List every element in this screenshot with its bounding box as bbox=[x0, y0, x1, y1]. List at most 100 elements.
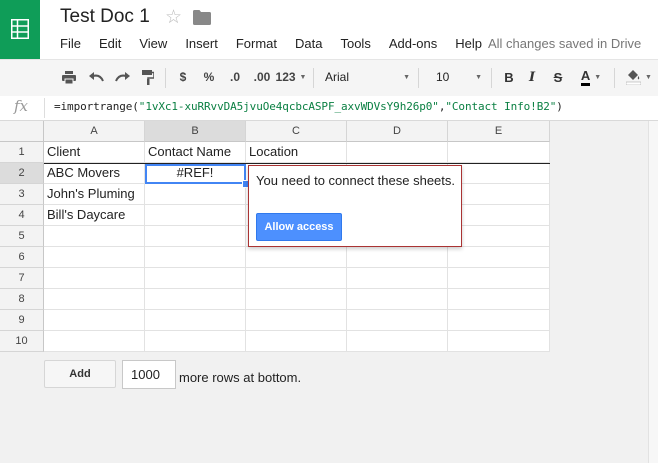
text-color-button[interactable]: A ▼ bbox=[574, 66, 608, 88]
menu-tools[interactable]: Tools bbox=[330, 36, 378, 54]
column-header-e[interactable]: E bbox=[448, 121, 550, 142]
row-header-5[interactable]: 5 bbox=[0, 226, 44, 247]
cell-e6[interactable] bbox=[448, 247, 550, 268]
cell-c6[interactable] bbox=[246, 247, 347, 268]
italic-button[interactable]: I bbox=[524, 66, 540, 88]
cell-c10[interactable] bbox=[246, 331, 347, 352]
cell-a4[interactable]: Bill's Daycare bbox=[44, 205, 145, 226]
allow-access-button[interactable]: Allow access bbox=[256, 213, 342, 241]
font-size-select[interactable]: 10 ▼ bbox=[428, 66, 482, 88]
menu-insert[interactable]: Insert bbox=[175, 36, 226, 54]
row-header-8[interactable]: 8 bbox=[0, 289, 44, 310]
cell-c7[interactable] bbox=[246, 268, 347, 289]
cell-e1[interactable] bbox=[448, 142, 550, 163]
font-family-value: Arial bbox=[325, 70, 350, 84]
row-header-4[interactable]: 4 bbox=[0, 205, 44, 226]
print-button[interactable] bbox=[59, 66, 79, 88]
sheets-logo[interactable] bbox=[0, 0, 40, 59]
row-header-9[interactable]: 9 bbox=[0, 310, 44, 331]
cell-e4[interactable] bbox=[448, 205, 550, 226]
cell-e10[interactable] bbox=[448, 331, 550, 352]
cell-b2[interactable]: #REF! bbox=[145, 163, 246, 184]
select-all-corner[interactable] bbox=[0, 121, 44, 142]
print-icon bbox=[62, 70, 76, 84]
row-header-3[interactable]: 3 bbox=[0, 184, 44, 205]
folder-icon[interactable] bbox=[193, 10, 211, 25]
cell-a2[interactable]: ABC Movers bbox=[44, 163, 145, 184]
cell-a1[interactable]: Client bbox=[44, 142, 145, 163]
cell-b3[interactable] bbox=[145, 184, 246, 205]
cell-a8[interactable] bbox=[44, 289, 145, 310]
formula-close: ) bbox=[556, 100, 563, 113]
cell-e9[interactable] bbox=[448, 310, 550, 331]
column-header-c[interactable]: C bbox=[246, 121, 347, 142]
fx-icon: fx bbox=[14, 97, 29, 115]
cell-d9[interactable] bbox=[347, 310, 448, 331]
add-rows-button[interactable]: Add bbox=[44, 360, 116, 388]
menu-edit[interactable]: Edit bbox=[89, 36, 129, 54]
cell-c8[interactable] bbox=[246, 289, 347, 310]
menu-help[interactable]: Help bbox=[445, 36, 490, 54]
cell-e8[interactable] bbox=[448, 289, 550, 310]
rows-count-input[interactable] bbox=[122, 360, 176, 389]
cell-a3[interactable]: John's Pluming bbox=[44, 184, 145, 205]
cell-e5[interactable] bbox=[448, 226, 550, 247]
cell-d1[interactable] bbox=[347, 142, 448, 163]
paint-format-button[interactable] bbox=[138, 66, 158, 88]
cell-b1[interactable]: Contact Name bbox=[145, 142, 246, 163]
increase-decimal-button[interactable]: .00 bbox=[251, 66, 273, 88]
cell-b10[interactable] bbox=[145, 331, 246, 352]
fill-color-button[interactable]: ▼ bbox=[622, 66, 656, 88]
cell-b6[interactable] bbox=[145, 247, 246, 268]
cell-c1[interactable]: Location bbox=[246, 142, 347, 163]
cell-a5[interactable] bbox=[44, 226, 145, 247]
vertical-scrollbar[interactable] bbox=[648, 121, 658, 463]
menu-view[interactable]: View bbox=[129, 36, 175, 54]
row-header-6[interactable]: 6 bbox=[0, 247, 44, 268]
cell-b8[interactable] bbox=[145, 289, 246, 310]
cell-b7[interactable] bbox=[145, 268, 246, 289]
cell-a10[interactable] bbox=[44, 331, 145, 352]
currency-button[interactable]: $ bbox=[175, 66, 191, 88]
star-icon[interactable]: ☆ bbox=[165, 6, 182, 29]
menu-format[interactable]: Format bbox=[226, 36, 285, 54]
row-header-2[interactable]: 2 bbox=[0, 163, 44, 184]
menu-add-ons[interactable]: Add-ons bbox=[379, 36, 445, 54]
cell-a9[interactable] bbox=[44, 310, 145, 331]
save-status[interactable]: All changes saved in Drive bbox=[488, 36, 641, 52]
font-family-select[interactable]: Arial ▼ bbox=[322, 66, 410, 88]
strikethrough-button[interactable]: S bbox=[550, 66, 566, 88]
row-header-7[interactable]: 7 bbox=[0, 268, 44, 289]
popup-message: You need to connect these sheets. bbox=[256, 173, 456, 188]
menu-data[interactable]: Data bbox=[285, 36, 330, 54]
cell-e2[interactable] bbox=[448, 163, 550, 184]
cell-a7[interactable] bbox=[44, 268, 145, 289]
row-header-1[interactable]: 1 bbox=[0, 142, 44, 163]
cell-c9[interactable] bbox=[246, 310, 347, 331]
column-header-d[interactable]: D bbox=[347, 121, 448, 142]
formula-input[interactable]: =importrange("1vXc1-xuRRvvDA5jvuOe4qcbcA… bbox=[54, 100, 563, 113]
column-header-b[interactable]: B bbox=[145, 121, 246, 142]
cell-b4[interactable] bbox=[145, 205, 246, 226]
cell-a6[interactable] bbox=[44, 247, 145, 268]
cell-d8[interactable] bbox=[347, 289, 448, 310]
cell-e7[interactable] bbox=[448, 268, 550, 289]
cell-b9[interactable] bbox=[145, 310, 246, 331]
column-header-a[interactable]: A bbox=[44, 121, 145, 142]
paint-format-icon bbox=[142, 69, 154, 85]
undo-button[interactable] bbox=[86, 66, 106, 88]
cell-d10[interactable] bbox=[347, 331, 448, 352]
row-header-10[interactable]: 10 bbox=[0, 331, 44, 352]
cell-d6[interactable] bbox=[347, 247, 448, 268]
more-formats-button[interactable]: 123 ▼ bbox=[276, 66, 307, 88]
document-title[interactable]: Test Doc 1 bbox=[60, 6, 150, 28]
cell-b5[interactable] bbox=[145, 226, 246, 247]
percent-button[interactable]: % bbox=[200, 66, 218, 88]
cell-e3[interactable] bbox=[448, 184, 550, 205]
font-size-value: 10 bbox=[436, 70, 450, 84]
bold-button[interactable]: B bbox=[500, 66, 518, 88]
cell-d7[interactable] bbox=[347, 268, 448, 289]
menu-file[interactable]: File bbox=[50, 36, 89, 54]
decrease-decimal-button[interactable]: .0 bbox=[225, 66, 245, 88]
redo-button[interactable] bbox=[112, 66, 132, 88]
